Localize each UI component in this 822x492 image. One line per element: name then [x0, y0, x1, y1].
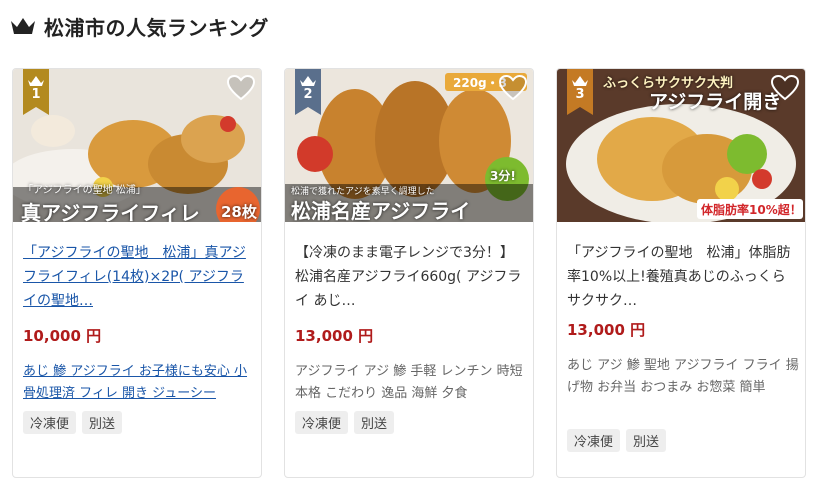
shipping-badges: 冷凍便 別送	[23, 411, 123, 434]
crown-icon	[11, 18, 35, 34]
rank-badge: 3	[567, 69, 593, 115]
heart-icon[interactable]	[227, 75, 255, 101]
product-title[interactable]: 「アジフライの聖地 松浦」体脂肪率10%以上!養殖真あじのふっくらサクサク…	[567, 241, 797, 313]
image-subcaption: 「アジフライの聖地 松浦」	[23, 185, 146, 196]
fat-badge: 体脂肪率10%超！	[701, 203, 802, 217]
shipping-badges: 冷凍便 別送	[295, 411, 395, 434]
product-price: 13,000 円	[567, 321, 646, 339]
ranking-header: 松浦市の人気ランキング	[10, 10, 269, 42]
count-badge: 28枚	[221, 203, 257, 221]
separate-ship-badge: 別送	[82, 411, 123, 434]
frozen-badge: 冷凍便	[23, 411, 77, 434]
product-tags[interactable]: あじ 鯵 アジフライ お子様にも安心 小骨処理済 フィレ 開き ジューシー	[23, 361, 255, 405]
product-tags[interactable]: あじ アジ 鯵 聖地 アジフライ フライ 揚げ物 お弁当 おつまみ お惣菜 簡単	[567, 355, 799, 399]
product-image[interactable]: 「アジフライの聖地 松浦」 真アジフライフィレ 28枚	[13, 69, 261, 222]
product-title-link[interactable]: 「アジフライの聖地 松浦」真アジフライフィレ(14枚)×2P( アジフライの聖地…	[23, 245, 246, 309]
image-caption: 松浦名産アジフライ	[291, 199, 471, 222]
product-price: 13,000 円	[295, 327, 374, 345]
heart-icon[interactable]	[771, 75, 799, 101]
frozen-badge: 冷凍便	[567, 429, 621, 452]
image-caption: アジフライ開き	[649, 91, 782, 113]
time-badge: 3分!	[490, 169, 516, 183]
separate-ship-badge: 別送	[626, 429, 667, 452]
rank-badge: 2	[295, 69, 321, 115]
page-title: 松浦市の人気ランキング	[44, 15, 269, 40]
rank-badge: 1	[23, 69, 49, 115]
separate-ship-badge: 別送	[354, 411, 395, 434]
product-image[interactable]: ふっくらサクサク大判 アジフライ開き 体脂肪率10%超！	[557, 69, 805, 222]
product-tags[interactable]: アジフライ アジ 鯵 手軽 レンチン 時短 本格 こだわり 逸品 海鮮 夕食	[295, 361, 527, 405]
product-card[interactable]: 松浦で獲れたアジを素早く調理した 松浦名産アジフライ 220g・3 3分! 2 …	[284, 68, 534, 478]
product-price: 10,000 円	[23, 327, 102, 345]
image-caption: 真アジフライフィレ	[21, 201, 200, 222]
rank-number: 3	[575, 87, 585, 102]
frozen-badge: 冷凍便	[295, 411, 349, 434]
rank-number: 2	[303, 87, 313, 102]
product-card[interactable]: 「アジフライの聖地 松浦」 真アジフライフィレ 28枚 1 「アジフライの聖地 …	[12, 68, 262, 478]
shipping-badges: 冷凍便 別送	[567, 429, 667, 452]
rank-number: 1	[31, 87, 41, 102]
product-title[interactable]: 【冷凍のまま電子レンジで3分！】松浦名産アジフライ660g( アジフライ あじ…	[295, 241, 525, 313]
product-title[interactable]: 「アジフライの聖地 松浦」真アジフライフィレ(14枚)×2P( アジフライの聖地…	[23, 241, 253, 313]
product-image[interactable]: 松浦で獲れたアジを素早く調理した 松浦名産アジフライ 220g・3 3分!	[285, 69, 533, 222]
product-card[interactable]: ふっくらサクサク大判 アジフライ開き 体脂肪率10%超！ 3 「アジフライの聖地…	[556, 68, 806, 478]
heart-icon[interactable]	[499, 75, 527, 101]
